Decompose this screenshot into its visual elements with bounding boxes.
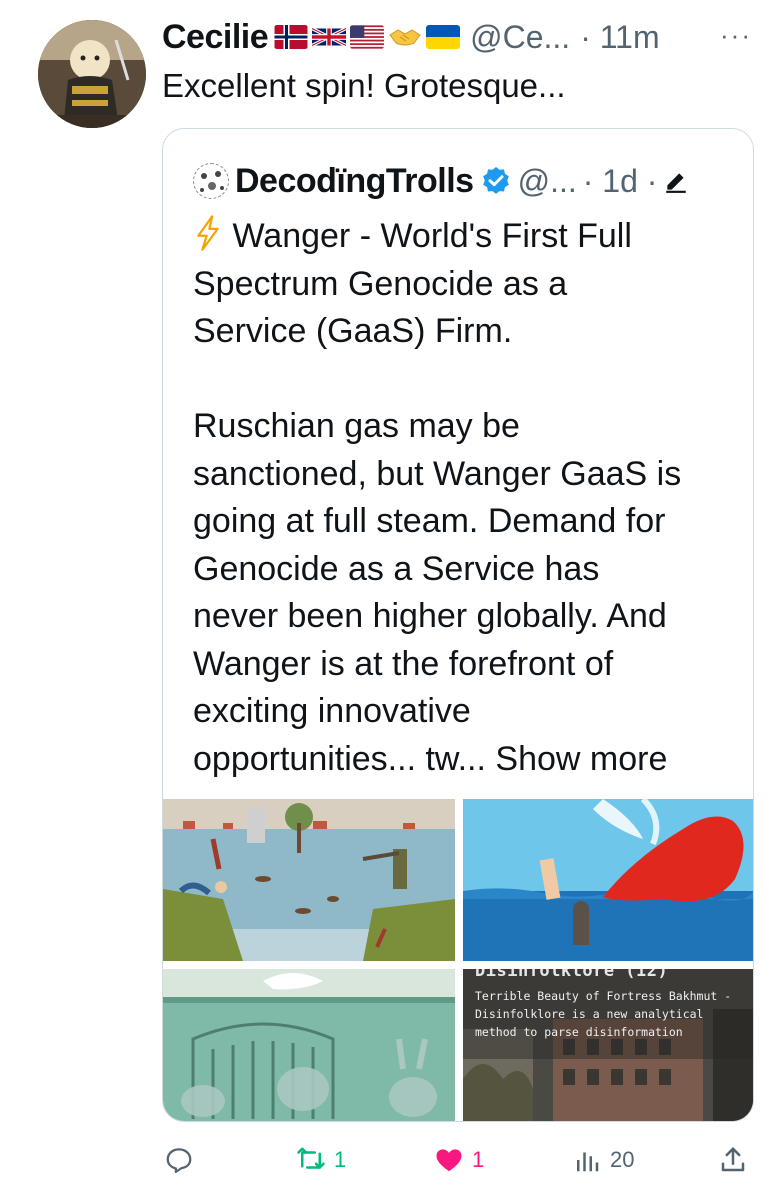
share-button[interactable] xyxy=(718,1140,748,1180)
edited-pencil-icon[interactable] xyxy=(663,168,689,194)
reply-button[interactable] xyxy=(164,1140,194,1180)
author-flags xyxy=(274,25,461,49)
usa-flag-icon xyxy=(350,25,385,49)
quote-line-5: Ruschian gas may be xyxy=(193,407,520,445)
views-count: 20 xyxy=(610,1147,635,1172)
quote-text: Wanger - World's First Full Spectrum Gen… xyxy=(193,213,733,783)
like-count: 1 xyxy=(472,1147,485,1172)
share-icon xyxy=(721,1147,745,1172)
retweet-button[interactable]: 1 xyxy=(296,1140,346,1180)
media-grid: Disinfolklore (12) Terrible Beauty of Fo… xyxy=(163,799,753,1121)
image-drowning-hand[interactable] xyxy=(463,799,753,961)
verified-badge-icon xyxy=(482,167,509,194)
quote-handle[interactable]: @... xyxy=(518,163,577,200)
views-button[interactable]: 20 xyxy=(572,1140,634,1180)
like-button[interactable]: 1 xyxy=(434,1140,484,1180)
norway-flag-icon xyxy=(274,25,308,49)
quote-header: DecodïngTrolls @... · 1d · xyxy=(193,159,689,203)
quote-line-6: sanctioned, but Wanger GaaS is xyxy=(193,454,682,493)
retweet-icon xyxy=(297,1147,325,1169)
tweet-actions: 1 1 20 xyxy=(162,1140,762,1180)
quote-line-2: Spectrum Genocide as a xyxy=(193,264,568,303)
quote-line-12: opportunities... tw... Show more xyxy=(193,736,733,784)
tweet[interactable]: Cecilie @Ce... · 11m ··· Excellent spin!… xyxy=(0,0,780,1200)
quote-line-11: exciting innovative xyxy=(193,692,471,730)
more-options-icon[interactable]: ··· xyxy=(720,20,752,51)
quote-blank-line xyxy=(193,356,733,404)
quote-line-1: Wanger - World's First Full xyxy=(193,213,733,261)
quote-line-7: going at full steam. Demand for xyxy=(193,502,666,540)
image-disinfolklore[interactable]: Disinfolklore (12) Terrible Beauty of Fo… xyxy=(463,969,753,1121)
tweet-text: Excellent spin! Grotesque... xyxy=(162,67,566,104)
image4-caption: Terrible Beauty of Fortress Bakhmut - Di… xyxy=(475,989,732,1039)
quote-line-8: Genocide as a Service has xyxy=(193,549,600,588)
author-avatar[interactable] xyxy=(38,20,146,128)
show-more-link[interactable]: Show more xyxy=(495,740,667,778)
author-name[interactable]: Cecilie xyxy=(162,18,269,57)
heart-icon xyxy=(436,1149,462,1172)
quote-last-line: opportunities... tw... xyxy=(193,739,486,778)
image-flood-cartoon[interactable] xyxy=(163,799,455,961)
handshake-emoji-icon xyxy=(388,25,422,49)
reply-icon xyxy=(166,1148,192,1173)
quoted-tweet[interactable]: DecodïngTrolls @... · 1d · Wanger - Worl… xyxy=(162,128,754,1122)
retweet-count: 1 xyxy=(334,1147,347,1172)
tweet-time[interactable]: · 11m xyxy=(580,19,659,56)
quote-line-3: Service (GaaS) Firm. xyxy=(193,312,513,350)
quote-avatar[interactable] xyxy=(193,163,229,199)
lightning-bolt-icon xyxy=(197,215,219,251)
quote-time[interactable]: · 1d · xyxy=(583,163,658,200)
views-chart-icon xyxy=(577,1152,599,1172)
image-underwater-cartoon[interactable] xyxy=(163,969,455,1121)
quote-line-10: Wanger is at the forefront of xyxy=(193,644,614,683)
quote-line-9: never been higher globally. And xyxy=(193,597,667,635)
ukraine-flag-icon xyxy=(426,25,461,49)
author-handle[interactable]: @Ce... xyxy=(470,19,570,56)
quote-author-name[interactable]: DecodïngTrolls xyxy=(235,162,474,201)
quote-line-text: Wanger - World's First Full xyxy=(232,217,632,255)
tweet-header: Cecilie @Ce... · 11m xyxy=(162,14,660,60)
image4-title: Disinfolklore (12) xyxy=(475,969,669,981)
uk-flag-icon xyxy=(312,25,347,49)
